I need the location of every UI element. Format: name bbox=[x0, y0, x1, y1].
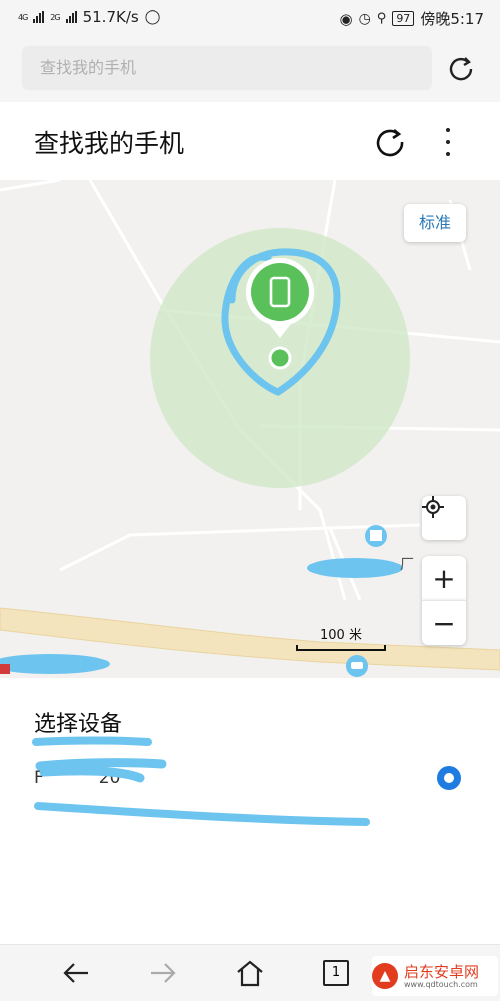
network-type-1: 4G bbox=[18, 12, 28, 22]
map-style-button[interactable]: 标准 bbox=[404, 204, 466, 242]
back-button[interactable] bbox=[56, 955, 96, 991]
watermark: ▲ 启东安卓网 www.qdtouch.com bbox=[372, 956, 498, 996]
page-title: 查找我的手机 bbox=[34, 129, 185, 158]
refresh-icon[interactable] bbox=[373, 125, 407, 159]
home-icon bbox=[237, 960, 263, 987]
qq-icon: ◯ bbox=[144, 9, 161, 25]
device-location-dot bbox=[268, 346, 292, 370]
zoom-in-button[interactable]: + bbox=[422, 556, 466, 600]
map-view[interactable]: 标准 + − 厂 100 米 bbox=[0, 180, 500, 678]
signal-icon bbox=[33, 11, 45, 23]
scale-bar bbox=[296, 645, 386, 651]
arrow-right-icon bbox=[151, 963, 176, 983]
device-panel: 选择设备 F 20 bbox=[0, 678, 500, 944]
signal-icon bbox=[65, 11, 77, 23]
status-bar: 4G 2G 51.7K/s ◯ ◉ ◷ ⚲ 97 傍晚5:17 bbox=[0, 0, 500, 34]
eye-icon: ◉ bbox=[339, 9, 353, 28]
redaction-scribble bbox=[307, 558, 403, 578]
reload-icon[interactable] bbox=[446, 54, 476, 84]
watermark-url: www.qdtouch.com bbox=[404, 979, 478, 989]
more-menu-icon[interactable] bbox=[438, 124, 458, 160]
zoom-out-button[interactable]: − bbox=[422, 600, 466, 645]
alarm-icon: ◷ bbox=[358, 10, 371, 27]
clock: 傍晚5:17 bbox=[420, 10, 484, 28]
arrow-left-icon bbox=[63, 963, 88, 983]
scale-label: 100 米 bbox=[320, 628, 362, 643]
locate-button[interactable] bbox=[422, 496, 466, 540]
tabs-button[interactable]: 1 bbox=[316, 955, 356, 991]
search-input[interactable]: 查找我的手机 bbox=[22, 46, 432, 90]
home-button[interactable] bbox=[230, 955, 270, 991]
app-header: 查找我的手机 bbox=[0, 102, 500, 180]
watermark-logo-icon: ▲ bbox=[372, 963, 398, 989]
forward-button[interactable] bbox=[143, 955, 183, 991]
watermark-name: 启东安卓网 bbox=[404, 962, 480, 981]
device-radio-selected[interactable] bbox=[437, 766, 461, 790]
network-type-2: 2G bbox=[50, 12, 60, 22]
battery-indicator: 97 bbox=[392, 11, 415, 26]
browser-toolbar: 查找我的手机 bbox=[0, 34, 500, 102]
location-icon: ⚲ bbox=[376, 11, 387, 26]
redaction-scribble bbox=[0, 654, 110, 674]
poi-label: 厂 bbox=[400, 557, 414, 573]
redaction-scribble bbox=[34, 758, 370, 826]
tab-count: 1 bbox=[323, 960, 349, 986]
locate-icon bbox=[422, 496, 444, 518]
network-speed: 51.7K/s bbox=[82, 8, 139, 26]
